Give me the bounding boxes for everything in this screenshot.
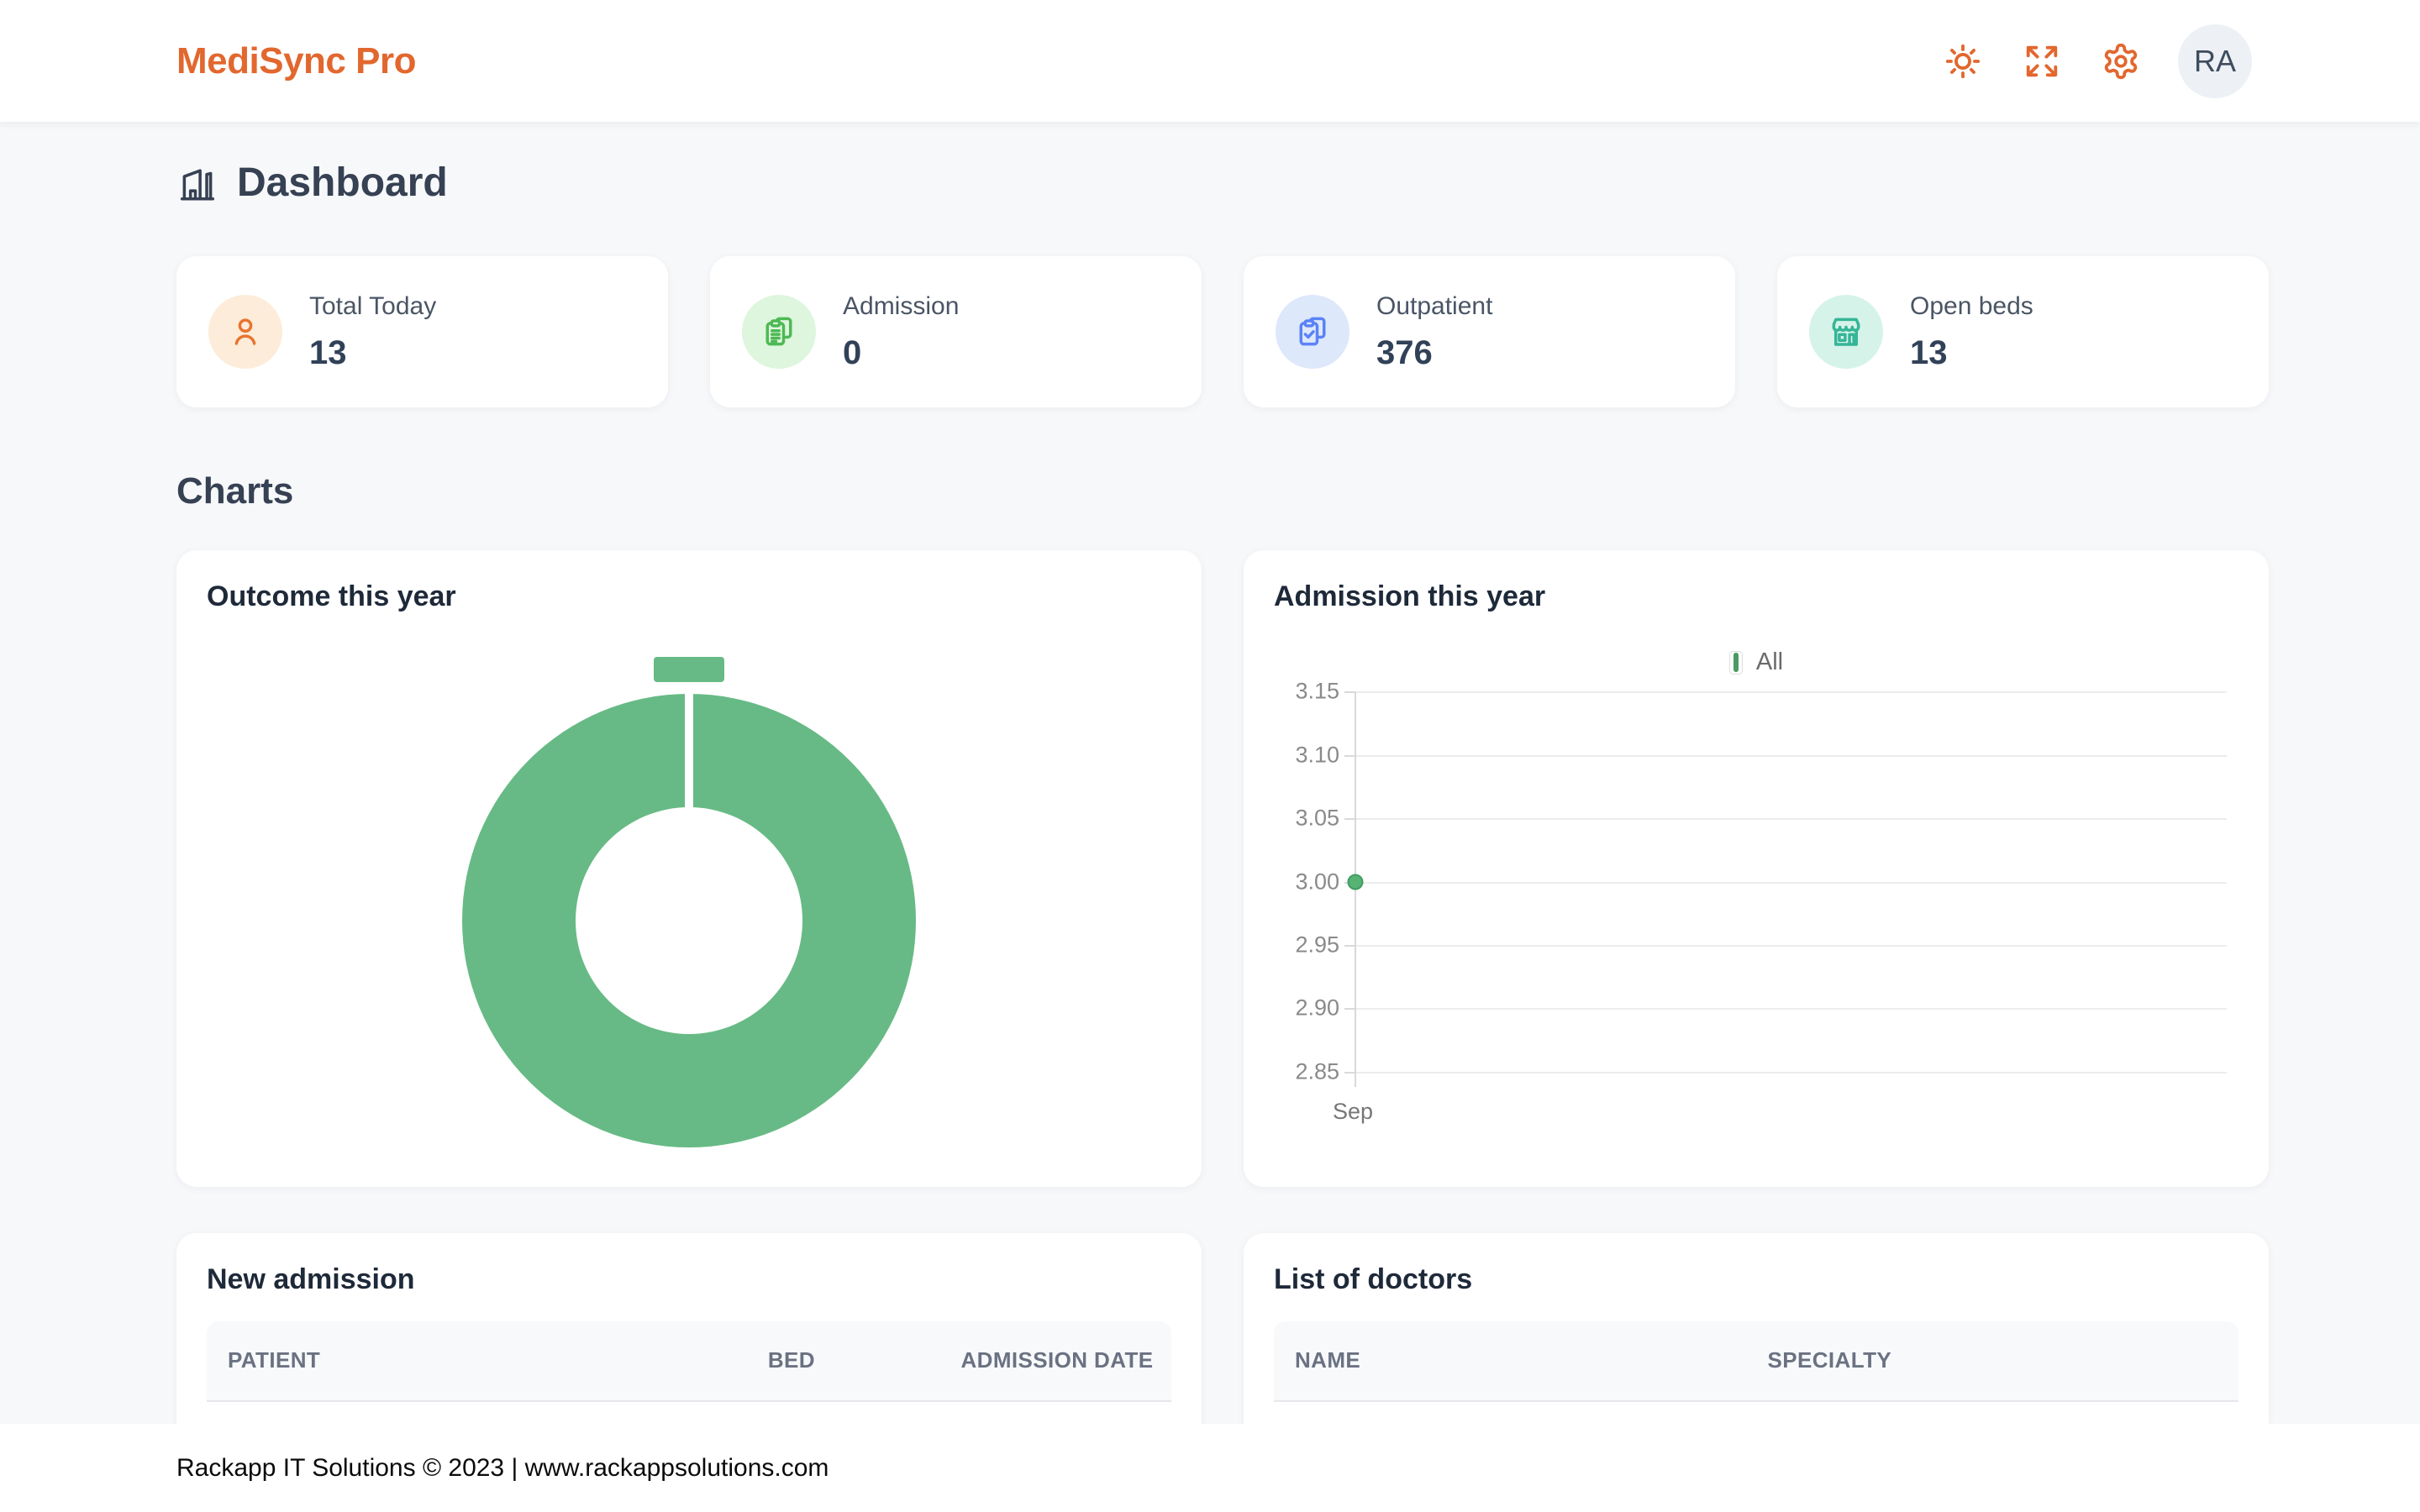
stat-text: Outpatient 376 [1376,292,1492,372]
stat-value: 13 [1910,333,1948,371]
data-point-sep [1347,874,1364,890]
stat-card-outpatient: Outpatient 376 [1244,256,1735,407]
expand-icon [2026,45,2058,76]
app-logo: MediSync Pro [176,39,416,81]
outcome-donut-chart [462,694,916,1147]
chart-title: Outcome this year [207,580,456,612]
stat-text: Total Today 13 [309,292,436,372]
outcome-chart-card: Outcome this year [176,550,1202,1187]
charts-section-heading: Charts [176,470,294,512]
y-axis-tick: 3.00 [1295,869,1339,894]
y-axis-tick: 2.95 [1295,932,1339,958]
table-header-row: NAME SPECIALTY [1274,1321,2238,1402]
page-title-row: Dashboard [176,160,2269,206]
stat-card-total-today: Total Today 13 [176,256,668,407]
admission-chart-card: Admission this year All 3.15 3.10 3.05 3… [1244,550,2269,1187]
user-icon [208,295,282,369]
gridline [1355,1072,2227,1074]
y-axis-tick: 3.10 [1295,742,1339,767]
stat-text: Open beds 13 [1910,292,2033,372]
gear-icon [2104,43,2138,79]
stat-label: Open beds [1910,291,2033,320]
store-icon [1809,295,1883,369]
stat-card-admission: Admission 0 [710,256,1202,407]
stat-label: Outpatient [1376,291,1493,320]
gridline [1355,691,2227,693]
user-avatar[interactable]: RA [2178,24,2252,98]
column-header-bed: BED [767,1347,815,1373]
admission-line-chart: 3.15 3.10 3.05 3.00 2.95 2.90 2.85 Sep [1274,679,2227,1124]
gridline [1355,754,2227,757]
charts-row: Outcome this year Admission this year Al… [176,550,2269,1187]
column-header-patient: PATIENT [228,1347,321,1373]
table-title: New admission [207,1263,415,1295]
legend-swatch-box[interactable] [1728,650,1743,675]
stats-row: Total Today 13 Admission 0 Outpatient 37… [176,256,2269,407]
y-axis-tick: 2.90 [1295,995,1339,1021]
donut-legend-swatch[interactable] [654,657,724,682]
y-axis-tick: 2.85 [1295,1058,1339,1084]
legend-swatch [1733,652,1739,672]
page-title: Dashboard [237,160,448,205]
column-header-name: NAME [1295,1347,1361,1373]
clipboard-check-icon [1276,295,1349,369]
fullscreen-button[interactable] [2018,38,2065,85]
tick-mark [1344,817,1355,820]
settings-button[interactable] [2097,38,2144,85]
line-chart-legend[interactable]: All [1274,648,2238,676]
tick-mark [1344,691,1355,693]
table-header-row: PATIENT BED ADMISSION DATE [207,1321,1171,1402]
tick-mark [1344,754,1355,757]
stat-label: Total Today [309,291,437,320]
legend-label: All [1755,648,1784,675]
dashboard-icon [180,168,215,201]
stat-text: Admission 0 [843,292,959,372]
gridline [1355,817,2227,820]
tick-mark [1344,1008,1355,1011]
theme-toggle-button[interactable] [1939,38,1986,85]
stat-label: Admission [843,291,960,320]
footer-text: Rackapp IT Solutions © 2023 | www.rackap… [176,1453,829,1482]
tick-mark [1344,945,1355,947]
stat-card-open-beds: Open beds 13 [1777,256,2269,407]
stat-value: 0 [843,333,862,371]
tick-mark [1344,1072,1355,1074]
y-axis-tick: 3.15 [1295,678,1339,704]
chart-title: Admission this year [1274,580,1546,612]
gridline [1355,881,2227,884]
sun-icon [1945,44,1981,78]
stat-value: 376 [1376,333,1433,371]
top-navigation-bar: MediSync Pro RA [0,0,2420,122]
column-header-specialty: SPECIALTY [1767,1347,1892,1373]
footer: Rackapp IT Solutions © 2023 | www.rackap… [0,1424,2420,1512]
gridline [1355,1008,2227,1011]
x-axis-label: Sep [1333,1099,1374,1124]
column-header-admission-date: ADMISSION DATE [960,1347,1154,1373]
stat-value: 13 [309,333,347,371]
y-axis-tick: 3.05 [1295,805,1339,831]
table-title: List of doctors [1274,1263,1473,1295]
gridline [1355,945,2227,947]
donut-slice-divider [685,694,693,811]
main-content: Dashboard Total Today 13 Admission 0 Out… [0,122,2420,1512]
clipboard-list-icon [742,295,816,369]
